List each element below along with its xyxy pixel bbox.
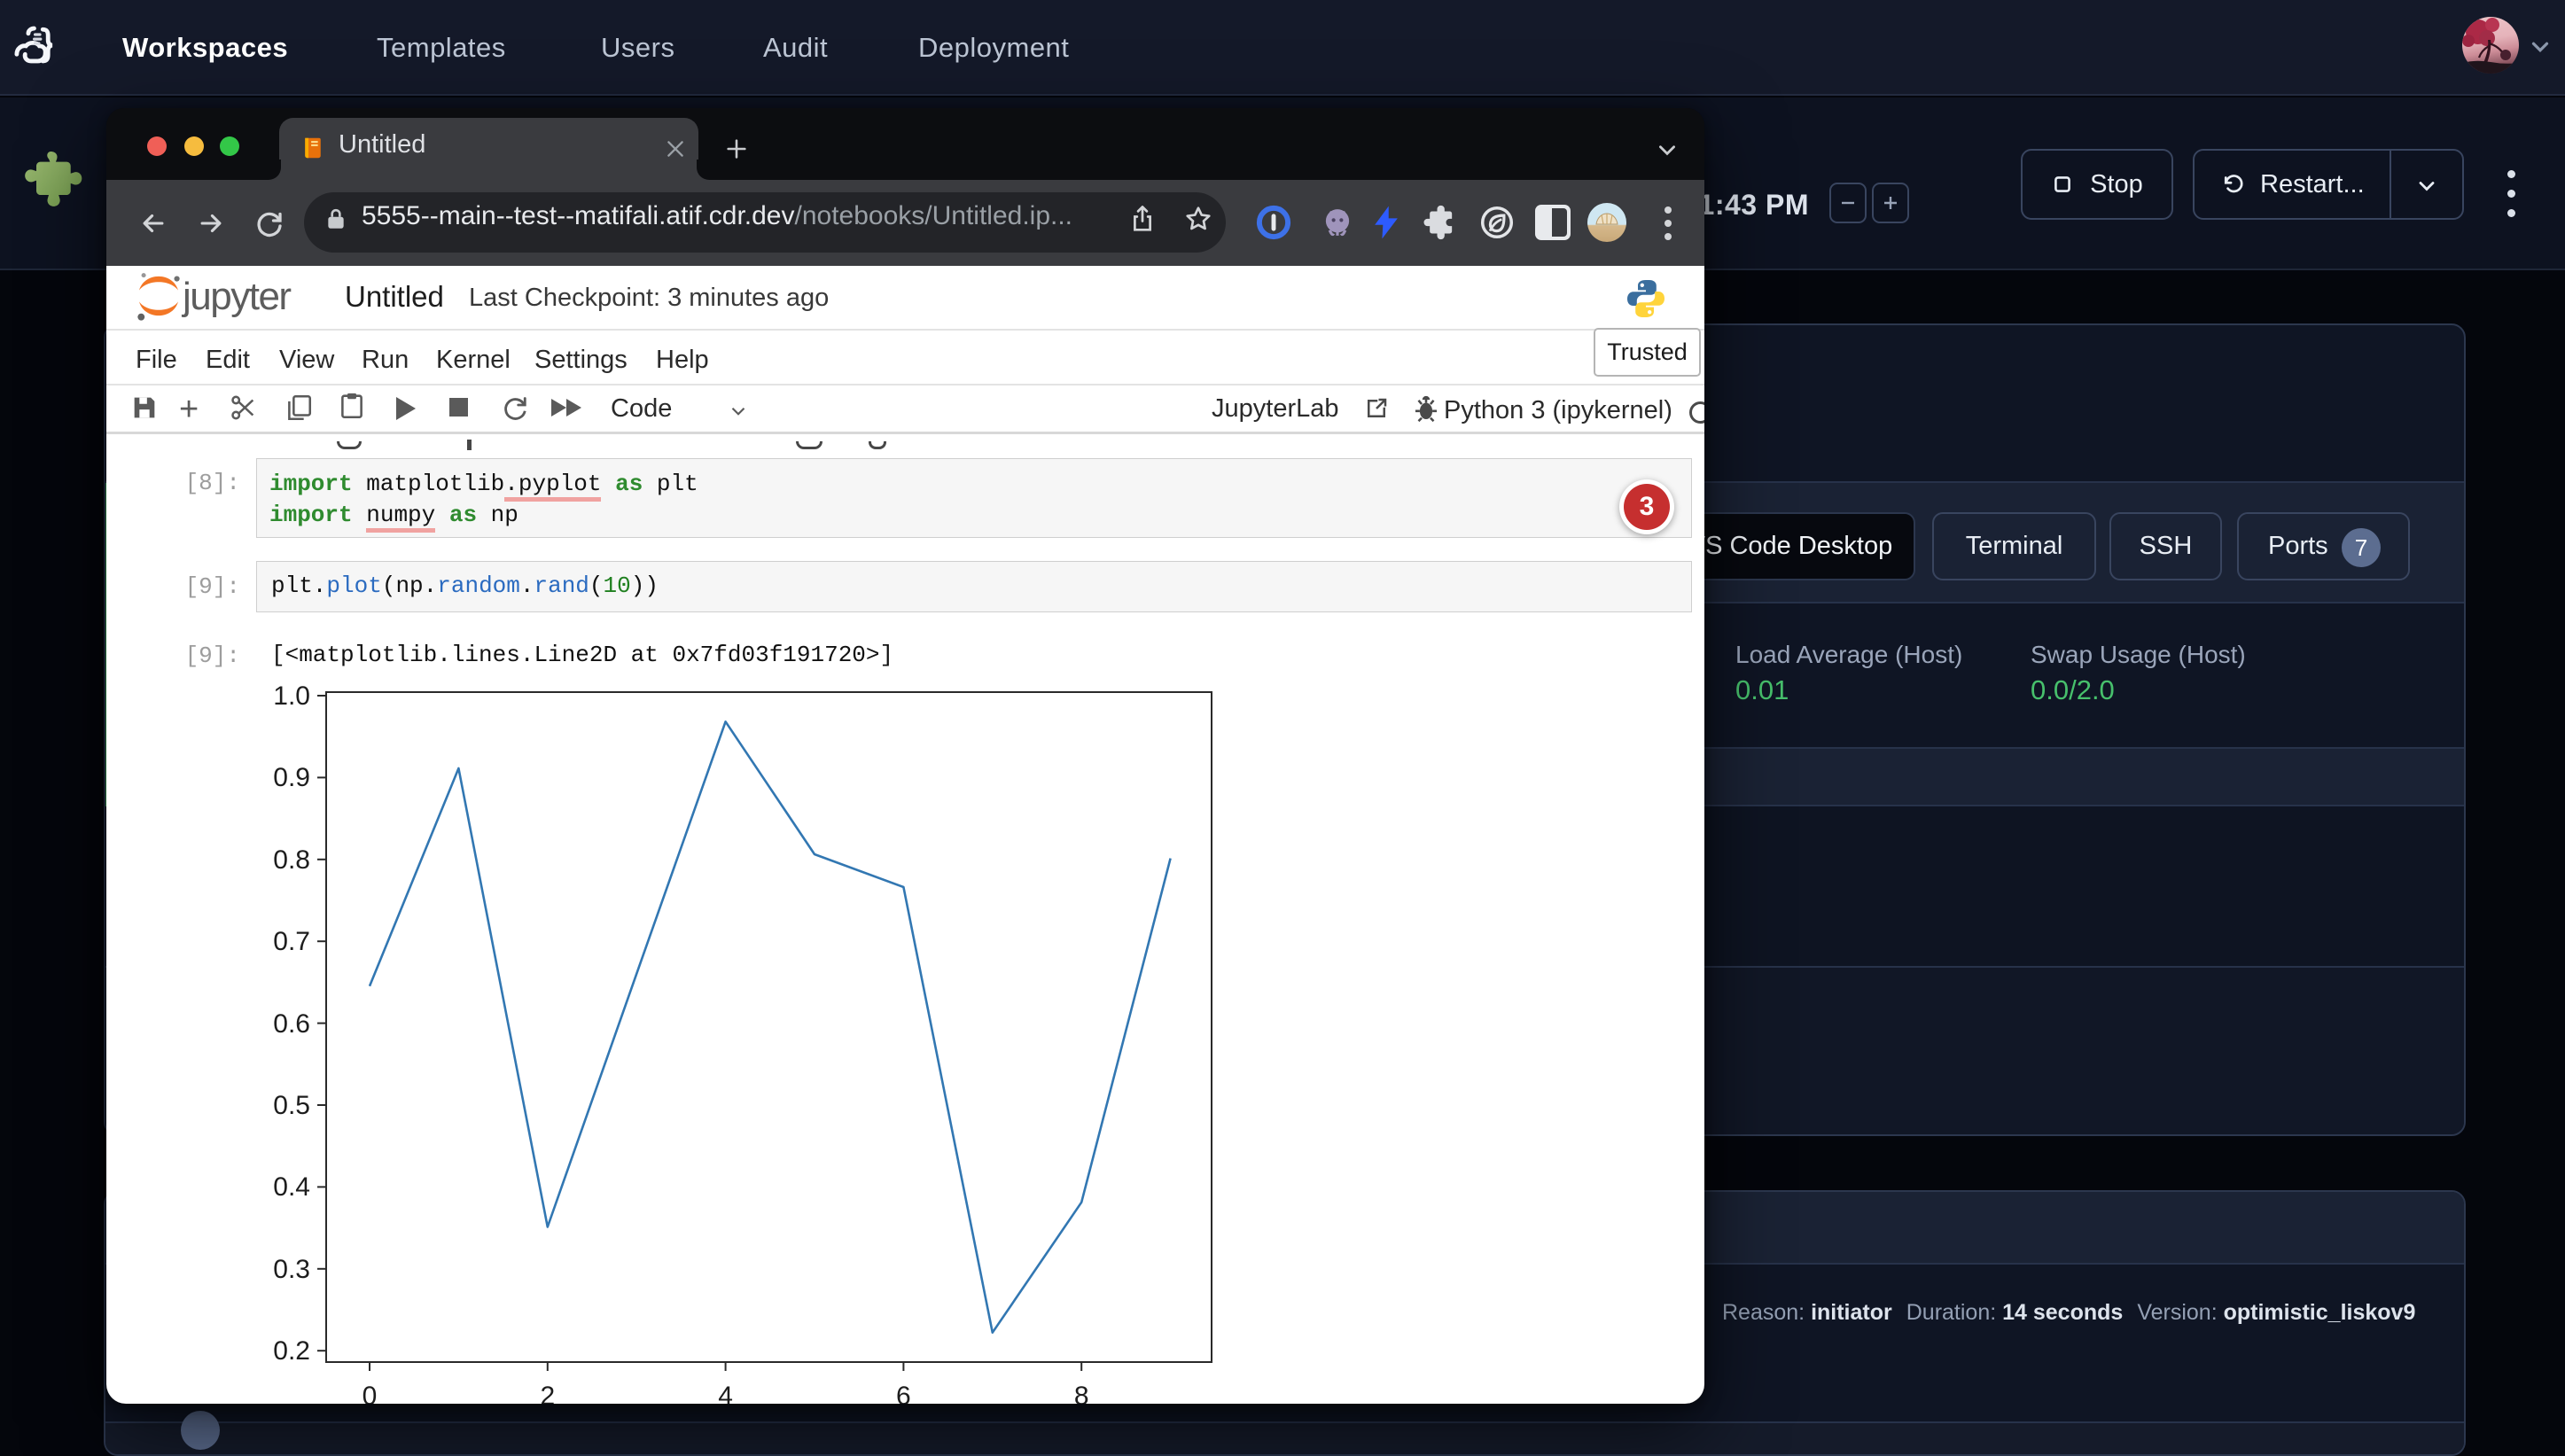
svg-text:0.8: 0.8 xyxy=(273,845,310,875)
svg-text:1.0: 1.0 xyxy=(273,681,310,711)
svg-text:0.3: 0.3 xyxy=(273,1255,310,1284)
svg-text:0: 0 xyxy=(363,1382,378,1404)
svg-text:0.5: 0.5 xyxy=(273,1091,310,1120)
svg-text:0.4: 0.4 xyxy=(273,1172,310,1202)
svg-text:2: 2 xyxy=(540,1382,555,1404)
svg-text:0.6: 0.6 xyxy=(273,1009,310,1039)
svg-text:8: 8 xyxy=(1074,1382,1089,1404)
svg-text:0.7: 0.7 xyxy=(273,927,310,956)
svg-text:0.2: 0.2 xyxy=(273,1336,310,1366)
svg-text:6: 6 xyxy=(896,1382,911,1404)
svg-text:4: 4 xyxy=(718,1382,733,1404)
svg-text:0.9: 0.9 xyxy=(273,763,310,792)
